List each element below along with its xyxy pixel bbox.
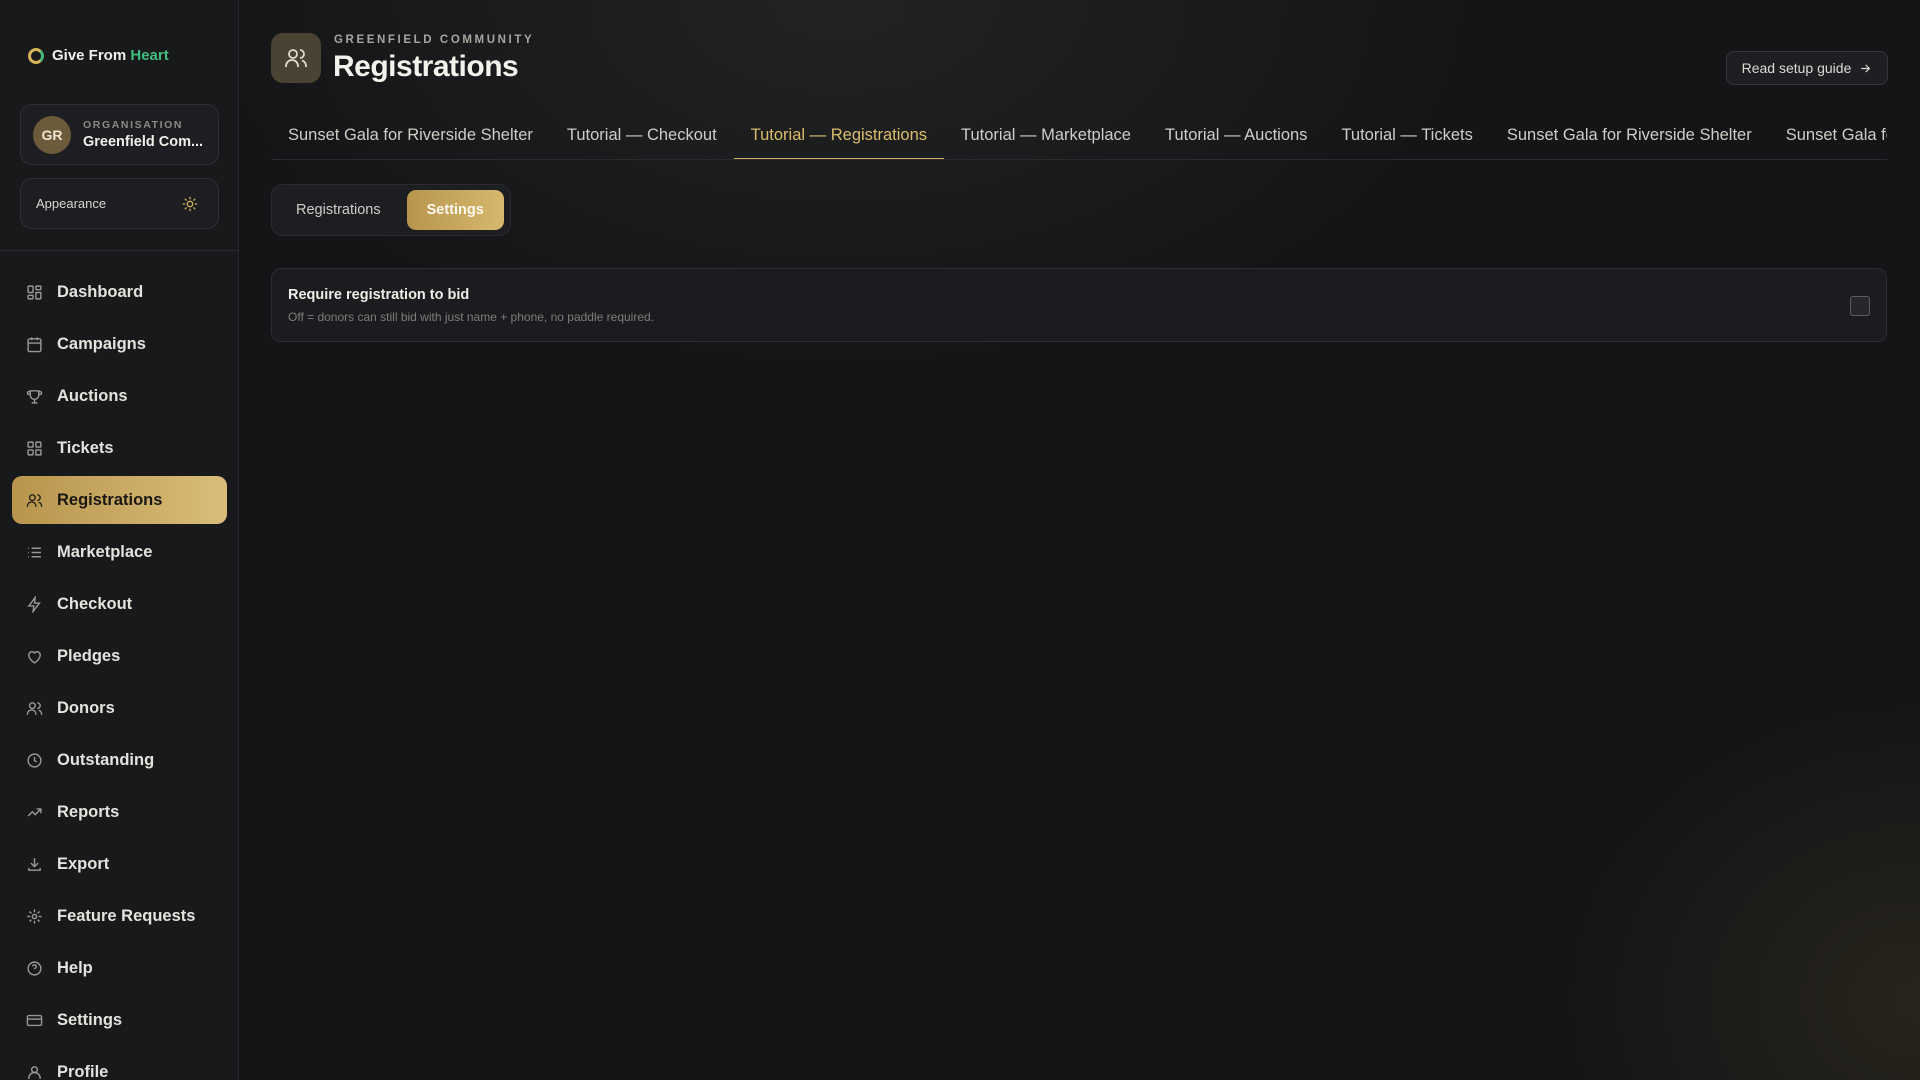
appearance-toggle[interactable]: Appearance xyxy=(20,178,219,229)
sidebar-item-reports[interactable]: Reports xyxy=(12,788,227,836)
card-icon xyxy=(26,1014,43,1026)
org-avatar: GR xyxy=(33,115,71,154)
sub-tab-switcher: Registrations Settings xyxy=(271,184,511,236)
sidebar-item-label: Reports xyxy=(57,802,120,821)
sidebar-item-outstanding[interactable]: Outstanding xyxy=(12,736,227,784)
sidebar-item-label: Profile xyxy=(57,1062,109,1080)
sidebar-nav: Dashboard Campaigns Auctions Tickets Reg… xyxy=(12,268,227,1080)
subtab-registrations[interactable]: Registrations xyxy=(276,190,401,230)
org-kicker: ORGANISATION xyxy=(83,119,184,131)
sidebar-item-campaigns[interactable]: Campaigns xyxy=(12,320,227,368)
sidebar-item-label: Export xyxy=(57,854,110,873)
sidebar-item-profile[interactable]: Profile xyxy=(12,1048,227,1080)
users-icon xyxy=(26,701,43,715)
tab-tutorial-checkout[interactable]: Tutorial — Checkout xyxy=(550,116,734,159)
sidebar-item-export[interactable]: Export xyxy=(12,840,227,888)
sidebar-item-auctions[interactable]: Auctions xyxy=(12,372,227,420)
app-root: Give From Heart GR ORGANISATION Greenfie… xyxy=(0,0,1920,1080)
sidebar: Give From Heart GR ORGANISATION Greenfie… xyxy=(0,0,239,1080)
guide-button-label: Read setup guide xyxy=(1741,60,1852,76)
ticket-icon xyxy=(27,440,42,456)
sidebar-item-settings[interactable]: Settings xyxy=(12,996,227,1044)
arrow-right-icon xyxy=(1861,64,1871,72)
sidebar-item-tickets[interactable]: Tickets xyxy=(12,424,227,472)
page-kicker: GREENFIELD COMMUNITY xyxy=(334,34,535,46)
main-content: GREENFIELD COMMUNITY Registrations Read … xyxy=(239,0,1920,1080)
tab-tutorial-auctions[interactable]: Tutorial — Auctions xyxy=(1148,116,1324,159)
require-registration-checkbox[interactable] xyxy=(1850,296,1870,316)
sidebar-item-donors[interactable]: Donors xyxy=(12,684,227,732)
bolt-icon xyxy=(27,595,41,613)
sidebar-item-label: Outstanding xyxy=(57,750,155,769)
sidebar-item-label: Help xyxy=(57,958,93,977)
help-icon xyxy=(27,960,42,976)
users-icon xyxy=(26,493,43,507)
sidebar-item-label: Checkout xyxy=(57,594,133,613)
tab-tutorial-registrations[interactable]: Tutorial — Registrations xyxy=(733,116,945,159)
tab-tutorial-tickets[interactable]: Tutorial — Tickets xyxy=(1324,116,1489,159)
user-icon xyxy=(28,1065,41,1079)
clock-icon xyxy=(27,752,42,768)
sidebar-item-label: Marketplace xyxy=(57,542,153,561)
tab-sunset-gala[interactable]: Sunset Gala for Riverside Shelter xyxy=(271,116,550,159)
org-name: Greenfield Com... xyxy=(83,134,204,150)
read-setup-guide-button[interactable]: Read setup guide xyxy=(1726,51,1888,85)
appearance-label: Appearance xyxy=(36,196,107,211)
download-icon xyxy=(28,857,41,871)
trophy-icon xyxy=(26,389,43,404)
sidebar-item-label: Registrations xyxy=(57,490,163,509)
sun-icon[interactable] xyxy=(182,196,198,212)
sidebar-divider xyxy=(0,250,238,251)
setting-description: Off = donors can still bid with just nam… xyxy=(288,310,655,324)
tab-tutorial-marketplace[interactable]: Tutorial — Marketplace xyxy=(944,116,1148,159)
tab-sunset-gala-3[interactable]: Sunset Gala for Riverside Shelter xyxy=(1769,116,1887,159)
calendar-icon xyxy=(27,336,42,352)
brand-logo[interactable]: Give From Heart xyxy=(28,47,169,64)
trend-icon xyxy=(27,807,42,817)
sidebar-item-label: Settings xyxy=(57,1010,123,1029)
list-icon xyxy=(28,547,41,557)
sidebar-item-feature-requests[interactable]: Feature Requests xyxy=(12,892,227,940)
sidebar-item-help[interactable]: Help xyxy=(12,944,227,992)
sidebar-item-checkout[interactable]: Checkout xyxy=(12,580,227,628)
grid-icon xyxy=(27,284,42,300)
sidebar-item-label: Donors xyxy=(57,698,115,717)
page-title: Registrations xyxy=(333,50,519,83)
sidebar-item-label: Feature Requests xyxy=(57,906,196,925)
sidebar-item-label: Tickets xyxy=(57,438,114,457)
users-icon xyxy=(285,49,307,67)
brand-ring-icon xyxy=(28,47,44,64)
sidebar-item-label: Dashboard xyxy=(57,282,144,301)
sparkle-icon xyxy=(27,908,42,924)
sidebar-item-marketplace[interactable]: Marketplace xyxy=(12,528,227,576)
heart-icon xyxy=(28,650,41,664)
subtab-settings[interactable]: Settings xyxy=(406,190,504,230)
organisation-switcher[interactable]: GR ORGANISATION Greenfield Com... xyxy=(20,104,219,165)
sidebar-item-dashboard[interactable]: Dashboard xyxy=(12,268,227,316)
sidebar-item-label: Pledges xyxy=(57,646,121,665)
brand-name-accent: Heart xyxy=(130,47,169,64)
brand-name-primary: Give From xyxy=(52,47,127,64)
setting-title: Require registration to bid xyxy=(288,287,470,303)
sidebar-item-pledges[interactable]: Pledges xyxy=(12,632,227,680)
sidebar-item-registrations[interactable]: Registrations xyxy=(12,476,227,524)
page-icon xyxy=(271,33,321,83)
campaign-tabs: Sunset Gala for Riverside Shelter Tutori… xyxy=(271,116,1887,160)
tab-sunset-gala-2[interactable]: Sunset Gala for Riverside Shelter xyxy=(1490,116,1769,159)
require-registration-setting: Require registration to bid Off = donors… xyxy=(271,268,1887,342)
sidebar-item-label: Auctions xyxy=(57,386,128,405)
sidebar-item-label: Campaigns xyxy=(57,334,146,353)
